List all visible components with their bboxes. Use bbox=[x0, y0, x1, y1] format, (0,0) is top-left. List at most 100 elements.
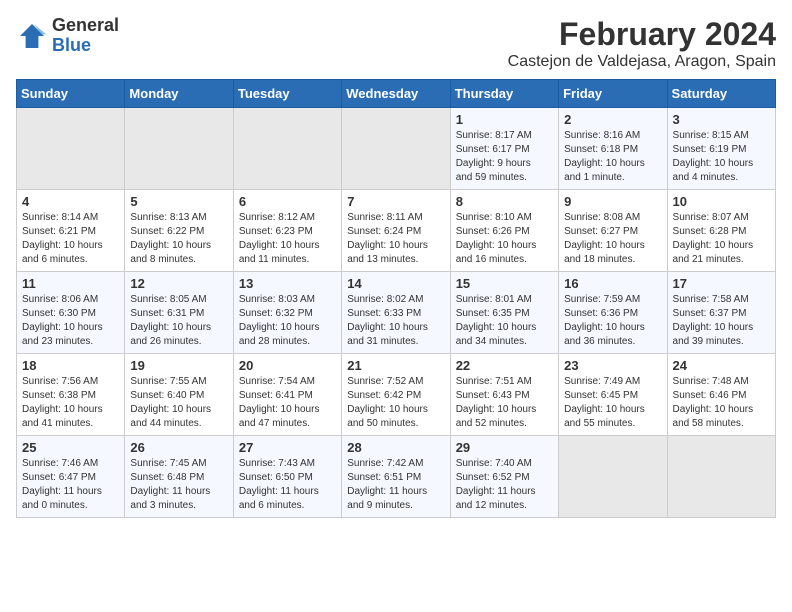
cell-info: Sunrise: 8:17 AM Sunset: 6:17 PM Dayligh… bbox=[456, 129, 553, 185]
cell-info: Sunrise: 7:55 AM Sunset: 6:40 PM Dayligh… bbox=[130, 375, 227, 431]
calendar-week-row: 4 Sunrise: 8:14 AM Sunset: 6:21 PM Daylig… bbox=[17, 190, 776, 272]
logo-text: General Blue bbox=[52, 16, 119, 56]
cell-day-number: 7 bbox=[347, 194, 444, 209]
cell-day-number: 9 bbox=[564, 194, 661, 209]
cell-day-number: 2 bbox=[564, 112, 661, 127]
calendar-cell: 2 Sunrise: 8:16 AM Sunset: 6:18 PM Daylig… bbox=[559, 108, 667, 190]
calendar-cell: 16Sunrise: 7:59 AM Sunset: 6:36 PM Dayli… bbox=[559, 272, 667, 354]
cell-info: Sunrise: 7:58 AM Sunset: 6:37 PM Dayligh… bbox=[673, 293, 770, 349]
cell-day-number: 22 bbox=[456, 358, 553, 373]
cell-info: Sunrise: 8:06 AM Sunset: 6:30 PM Dayligh… bbox=[22, 293, 119, 349]
calendar-cell bbox=[17, 108, 125, 190]
calendar-cell: 12Sunrise: 8:05 AM Sunset: 6:31 PM Dayli… bbox=[125, 272, 233, 354]
cell-day-number: 25 bbox=[22, 440, 119, 455]
calendar-cell: 15 Sunrise: 8:01 AM Sunset: 6:35 PM Dayli… bbox=[450, 272, 558, 354]
cell-day-number: 19 bbox=[130, 358, 227, 373]
weekday-header: Sunday bbox=[17, 80, 125, 108]
cell-day-number: 4 bbox=[22, 194, 119, 209]
cell-day-number: 18 bbox=[22, 358, 119, 373]
calendar-cell: 21 Sunrise: 7:52 AM Sunset: 6:42 PM Dayli… bbox=[342, 354, 450, 436]
weekday-header: Monday bbox=[125, 80, 233, 108]
calendar-title: February 2024 bbox=[508, 16, 776, 53]
title-block: February 2024 Castejon de Valdejasa, Ara… bbox=[508, 16, 776, 71]
cell-day-number: 16 bbox=[564, 276, 661, 291]
cell-day-number: 29 bbox=[456, 440, 553, 455]
weekday-header: Friday bbox=[559, 80, 667, 108]
calendar-cell: 7 Sunrise: 8:11 AM Sunset: 6:24 PM Daylig… bbox=[342, 190, 450, 272]
cell-info: Sunrise: 7:52 AM Sunset: 6:42 PM Dayligh… bbox=[347, 375, 444, 431]
calendar-cell: 20 Sunrise: 7:54 AM Sunset: 6:41 PM Dayli… bbox=[233, 354, 341, 436]
cell-info: Sunrise: 7:56 AM Sunset: 6:38 PM Dayligh… bbox=[22, 375, 119, 431]
cell-info: Sunrise: 8:05 AM Sunset: 6:31 PM Dayligh… bbox=[130, 293, 227, 349]
cell-info: Sunrise: 8:11 AM Sunset: 6:24 PM Dayligh… bbox=[347, 211, 444, 267]
cell-day-number: 11 bbox=[22, 276, 119, 291]
cell-info: Sunrise: 8:08 AM Sunset: 6:27 PM Dayligh… bbox=[564, 211, 661, 267]
calendar-cell: 11 Sunrise: 8:06 AM Sunset: 6:30 PM Dayli… bbox=[17, 272, 125, 354]
cell-day-number: 20 bbox=[239, 358, 336, 373]
calendar-cell: 29 Sunrise: 7:40 AM Sunset: 6:52 PM Dayli… bbox=[450, 436, 558, 518]
cell-info: Sunrise: 8:13 AM Sunset: 6:22 PM Dayligh… bbox=[130, 211, 227, 267]
cell-day-number: 17 bbox=[673, 276, 770, 291]
cell-info: Sunrise: 7:45 AM Sunset: 6:48 PM Dayligh… bbox=[130, 457, 227, 513]
weekday-header: Thursday bbox=[450, 80, 558, 108]
cell-info: Sunrise: 8:12 AM Sunset: 6:23 PM Dayligh… bbox=[239, 211, 336, 267]
cell-info: Sunrise: 7:48 AM Sunset: 6:46 PM Dayligh… bbox=[673, 375, 770, 431]
calendar-cell: 27Sunrise: 7:43 AM Sunset: 6:50 PM Dayli… bbox=[233, 436, 341, 518]
calendar-week-row: 18 Sunrise: 7:56 AM Sunset: 6:38 PM Dayli… bbox=[17, 354, 776, 436]
cell-day-number: 15 bbox=[456, 276, 553, 291]
calendar-week-row: 1 Sunrise: 8:17 AM Sunset: 6:17 PM Daylig… bbox=[17, 108, 776, 190]
cell-info: Sunrise: 8:01 AM Sunset: 6:35 PM Dayligh… bbox=[456, 293, 553, 349]
cell-info: Sunrise: 8:03 AM Sunset: 6:32 PM Dayligh… bbox=[239, 293, 336, 349]
cell-info: Sunrise: 8:02 AM Sunset: 6:33 PM Dayligh… bbox=[347, 293, 444, 349]
calendar-cell: 18 Sunrise: 7:56 AM Sunset: 6:38 PM Dayli… bbox=[17, 354, 125, 436]
calendar-subtitle: Castejon de Valdejasa, Aragon, Spain bbox=[508, 53, 776, 71]
calendar-cell: 6 Sunrise: 8:12 AM Sunset: 6:23 PM Daylig… bbox=[233, 190, 341, 272]
calendar-body: 1 Sunrise: 8:17 AM Sunset: 6:17 PM Daylig… bbox=[17, 108, 776, 518]
cell-info: Sunrise: 7:42 AM Sunset: 6:51 PM Dayligh… bbox=[347, 457, 444, 513]
cell-info: Sunrise: 8:15 AM Sunset: 6:19 PM Dayligh… bbox=[673, 129, 770, 185]
calendar-cell bbox=[342, 108, 450, 190]
cell-info: Sunrise: 7:54 AM Sunset: 6:41 PM Dayligh… bbox=[239, 375, 336, 431]
calendar-cell: 13 Sunrise: 8:03 AM Sunset: 6:32 PM Dayli… bbox=[233, 272, 341, 354]
cell-info: Sunrise: 8:07 AM Sunset: 6:28 PM Dayligh… bbox=[673, 211, 770, 267]
cell-day-number: 5 bbox=[130, 194, 227, 209]
cell-day-number: 6 bbox=[239, 194, 336, 209]
cell-info: Sunrise: 8:10 AM Sunset: 6:26 PM Dayligh… bbox=[456, 211, 553, 267]
cell-info: Sunrise: 7:46 AM Sunset: 6:47 PM Dayligh… bbox=[22, 457, 119, 513]
cell-info: Sunrise: 8:16 AM Sunset: 6:18 PM Dayligh… bbox=[564, 129, 661, 185]
calendar-cell: 22 Sunrise: 7:51 AM Sunset: 6:43 PM Dayli… bbox=[450, 354, 558, 436]
logo: General Blue bbox=[16, 16, 119, 56]
cell-day-number: 13 bbox=[239, 276, 336, 291]
calendar-cell: 8 Sunrise: 8:10 AM Sunset: 6:26 PM Daylig… bbox=[450, 190, 558, 272]
calendar-header: SundayMondayTuesdayWednesdayThursdayFrid… bbox=[17, 80, 776, 108]
cell-day-number: 28 bbox=[347, 440, 444, 455]
calendar-cell: 19 Sunrise: 7:55 AM Sunset: 6:40 PM Dayli… bbox=[125, 354, 233, 436]
cell-info: Sunrise: 7:49 AM Sunset: 6:45 PM Dayligh… bbox=[564, 375, 661, 431]
calendar-cell: 28 Sunrise: 7:42 AM Sunset: 6:51 PM Dayli… bbox=[342, 436, 450, 518]
calendar-cell: 9 Sunrise: 8:08 AM Sunset: 6:27 PM Daylig… bbox=[559, 190, 667, 272]
cell-day-number: 23 bbox=[564, 358, 661, 373]
cell-day-number: 21 bbox=[347, 358, 444, 373]
calendar-cell: 3Sunrise: 8:15 AM Sunset: 6:19 PM Daylig… bbox=[667, 108, 775, 190]
cell-day-number: 10 bbox=[673, 194, 770, 209]
cell-info: Sunrise: 7:51 AM Sunset: 6:43 PM Dayligh… bbox=[456, 375, 553, 431]
weekday-header: Saturday bbox=[667, 80, 775, 108]
calendar-week-row: 11 Sunrise: 8:06 AM Sunset: 6:30 PM Dayli… bbox=[17, 272, 776, 354]
calendar-table: SundayMondayTuesdayWednesdayThursdayFrid… bbox=[16, 79, 776, 518]
weekday-header: Wednesday bbox=[342, 80, 450, 108]
cell-day-number: 1 bbox=[456, 112, 553, 127]
calendar-cell: 14 Sunrise: 8:02 AM Sunset: 6:33 PM Dayli… bbox=[342, 272, 450, 354]
logo-icon bbox=[16, 20, 48, 52]
cell-info: Sunrise: 8:14 AM Sunset: 6:21 PM Dayligh… bbox=[22, 211, 119, 267]
cell-info: Sunrise: 7:40 AM Sunset: 6:52 PM Dayligh… bbox=[456, 457, 553, 513]
calendar-cell bbox=[233, 108, 341, 190]
calendar-cell: 24Sunrise: 7:48 AM Sunset: 6:46 PM Dayli… bbox=[667, 354, 775, 436]
cell-day-number: 8 bbox=[456, 194, 553, 209]
calendar-cell: 23 Sunrise: 7:49 AM Sunset: 6:45 PM Dayli… bbox=[559, 354, 667, 436]
calendar-cell bbox=[125, 108, 233, 190]
cell-day-number: 26 bbox=[130, 440, 227, 455]
calendar-cell bbox=[559, 436, 667, 518]
calendar-cell: 25 Sunrise: 7:46 AM Sunset: 6:47 PM Dayli… bbox=[17, 436, 125, 518]
cell-day-number: 14 bbox=[347, 276, 444, 291]
calendar-cell bbox=[667, 436, 775, 518]
